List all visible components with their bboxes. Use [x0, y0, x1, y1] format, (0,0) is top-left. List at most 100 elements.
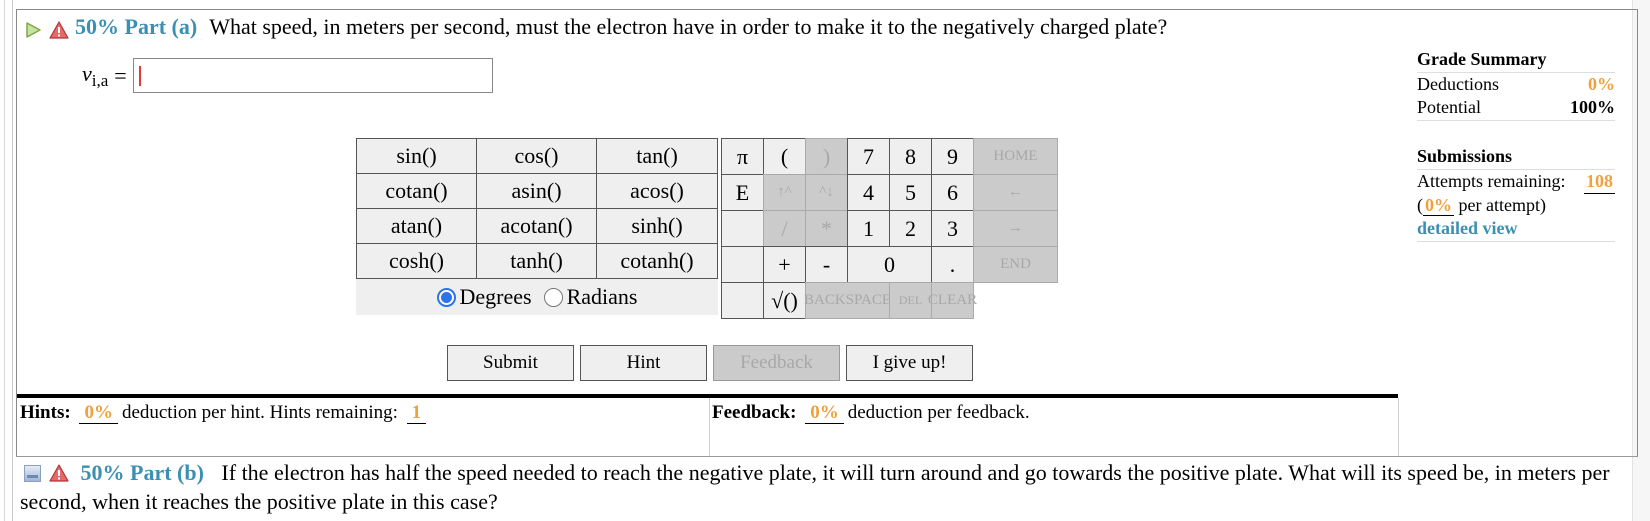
cos-button[interactable]: cos(): [476, 138, 597, 174]
submissions-title: Submissions: [1417, 145, 1615, 170]
problem-page: 50% Part (a) What speed, in meters per s…: [0, 0, 1650, 521]
radians-radio[interactable]: [543, 287, 563, 307]
part-a-label: 50% Part (a): [75, 13, 197, 41]
feedback-border: [1398, 398, 1399, 456]
clear-key: CLEAR: [928, 282, 977, 319]
multiply-key: *: [805, 210, 848, 247]
function-pad: sin() cos() tan() cotan() asin() acos() …: [356, 138, 718, 315]
radians-label: Radians: [566, 284, 638, 309]
hint-deduction-value: 0%: [79, 402, 118, 424]
key-8[interactable]: 8: [889, 138, 932, 175]
superscript-down-key: ^↓: [805, 174, 848, 211]
radians-option[interactable]: Radians: [543, 284, 638, 310]
deductions-row: Deductions 0%: [1417, 73, 1615, 96]
grade-summary-title: Grade Summary: [1417, 48, 1615, 73]
open-paren-key[interactable]: (: [763, 138, 806, 175]
home-key: HOME: [973, 138, 1058, 175]
feedback-label: Feedback:: [712, 402, 797, 423]
key-5[interactable]: 5: [889, 174, 932, 211]
tan-button[interactable]: tan(): [596, 138, 718, 174]
cotanh-button[interactable]: cotanh(): [596, 243, 718, 279]
per-attempt-row: (0% per attempt): [1417, 194, 1615, 217]
left-arrow-key: ←: [973, 174, 1058, 211]
close-paren-key: ): [805, 138, 848, 175]
superscript-up-key: ↑^: [763, 174, 806, 211]
keypad: π ( ) 7 8 9 HOME E ↑^ ^↓ 4 5 6 ← / * 1 2…: [721, 138, 1058, 319]
cosh-button[interactable]: cosh(): [356, 243, 477, 279]
submit-button[interactable]: Submit: [447, 345, 574, 381]
deductions-label: Deductions: [1417, 74, 1499, 94]
variable-symbol: v: [82, 60, 92, 86]
degrees-radio[interactable]: [436, 287, 456, 307]
key-7[interactable]: 7: [847, 138, 890, 175]
per-attempt-value: 0%: [1423, 195, 1454, 216]
variable-label: vi,a: [82, 61, 108, 91]
blank-key: [721, 246, 764, 283]
sqrt-key[interactable]: √(): [763, 282, 806, 319]
sinh-button[interactable]: sinh(): [596, 208, 718, 244]
divide-key: /: [763, 210, 806, 247]
part-b-label: 50% Part (b): [81, 460, 204, 485]
degrees-label: Degrees: [459, 284, 532, 309]
detailed-view-link[interactable]: detailed view: [1417, 217, 1615, 242]
play-arrow-icon[interactable]: [24, 18, 42, 38]
per-attempt-label: per attempt): [1458, 195, 1546, 215]
hints-label: Hints:: [20, 402, 71, 423]
key-2[interactable]: 2: [889, 210, 932, 247]
variable-subscript: i,a: [91, 70, 109, 90]
atan-button[interactable]: atan(): [356, 208, 477, 244]
hint-button[interactable]: Hint: [580, 345, 707, 381]
warning-icon: [49, 460, 69, 482]
plus-key[interactable]: +: [763, 246, 806, 283]
warning-icon: [49, 18, 69, 39]
decimal-key[interactable]: .: [931, 246, 974, 283]
grade-sidebar: Grade Summary Deductions 0% Potential 10…: [1417, 48, 1615, 242]
key-0[interactable]: 0: [847, 246, 932, 283]
part-b-header: 50% Part (b) If the electron has half th…: [20, 458, 1620, 516]
key-3[interactable]: 3: [931, 210, 974, 247]
tanh-button[interactable]: tanh(): [476, 243, 597, 279]
e-key[interactable]: E: [721, 174, 764, 211]
hints-remaining-value: 1: [406, 402, 427, 424]
action-buttons: Submit Hint Feedback I give up!: [447, 345, 973, 381]
end-key: END: [973, 246, 1058, 283]
equals-sign: =: [114, 62, 127, 88]
right-arrow-key: →: [973, 210, 1058, 247]
answer-row: vi,a =: [82, 58, 493, 93]
key-1[interactable]: 1: [847, 210, 890, 247]
sin-button[interactable]: sin(): [356, 138, 477, 174]
hints-feedback-area: Hints: 0% deduction per hint. Hints remai…: [17, 398, 1399, 456]
angle-mode-selector: Degrees Radians: [356, 279, 718, 315]
hint-deduction-text: deduction per hint. Hints remaining:: [121, 402, 398, 423]
feedback-button: Feedback: [713, 345, 840, 381]
left-gutter: [0, 0, 13, 521]
part-a-weight: 50%: [75, 14, 119, 39]
key-6[interactable]: 6: [931, 174, 974, 211]
part-b-title: Part (b): [130, 460, 204, 485]
give-up-button[interactable]: I give up!: [846, 345, 973, 381]
part-a-header: 50% Part (a) What speed, in meters per s…: [24, 13, 1167, 41]
acos-button[interactable]: acos(): [596, 173, 718, 209]
attempts-label: Attempts remaining:: [1417, 171, 1566, 191]
part-b-weight: 50%: [80, 460, 125, 485]
part-a-title: Part (a): [124, 14, 198, 39]
attempts-value: 108: [1584, 170, 1615, 194]
key-4[interactable]: 4: [847, 174, 890, 211]
backspace-key: BACKSPACE: [804, 282, 891, 319]
potential-row: Potential 100%: [1417, 96, 1615, 121]
asin-button[interactable]: asin(): [476, 173, 597, 209]
key-9[interactable]: 9: [931, 138, 974, 175]
collapsed-square-icon[interactable]: [24, 460, 41, 482]
degrees-option[interactable]: Degrees: [436, 284, 532, 310]
answer-input[interactable]: [132, 58, 493, 93]
acotan-button[interactable]: acotan(): [476, 208, 597, 244]
potential-value: 100%: [1570, 97, 1615, 117]
part-b-question: If the electron has half the speed neede…: [20, 460, 1610, 514]
feedback-deduction-value: 0%: [805, 402, 844, 424]
minus-key[interactable]: -: [805, 246, 848, 283]
potential-label: Potential: [1417, 97, 1481, 117]
part-a-question: What speed, in meters per second, must t…: [209, 14, 1168, 39]
del-key: DEL: [889, 282, 932, 319]
pi-key[interactable]: π: [721, 138, 764, 175]
cotan-button[interactable]: cotan(): [356, 173, 477, 209]
